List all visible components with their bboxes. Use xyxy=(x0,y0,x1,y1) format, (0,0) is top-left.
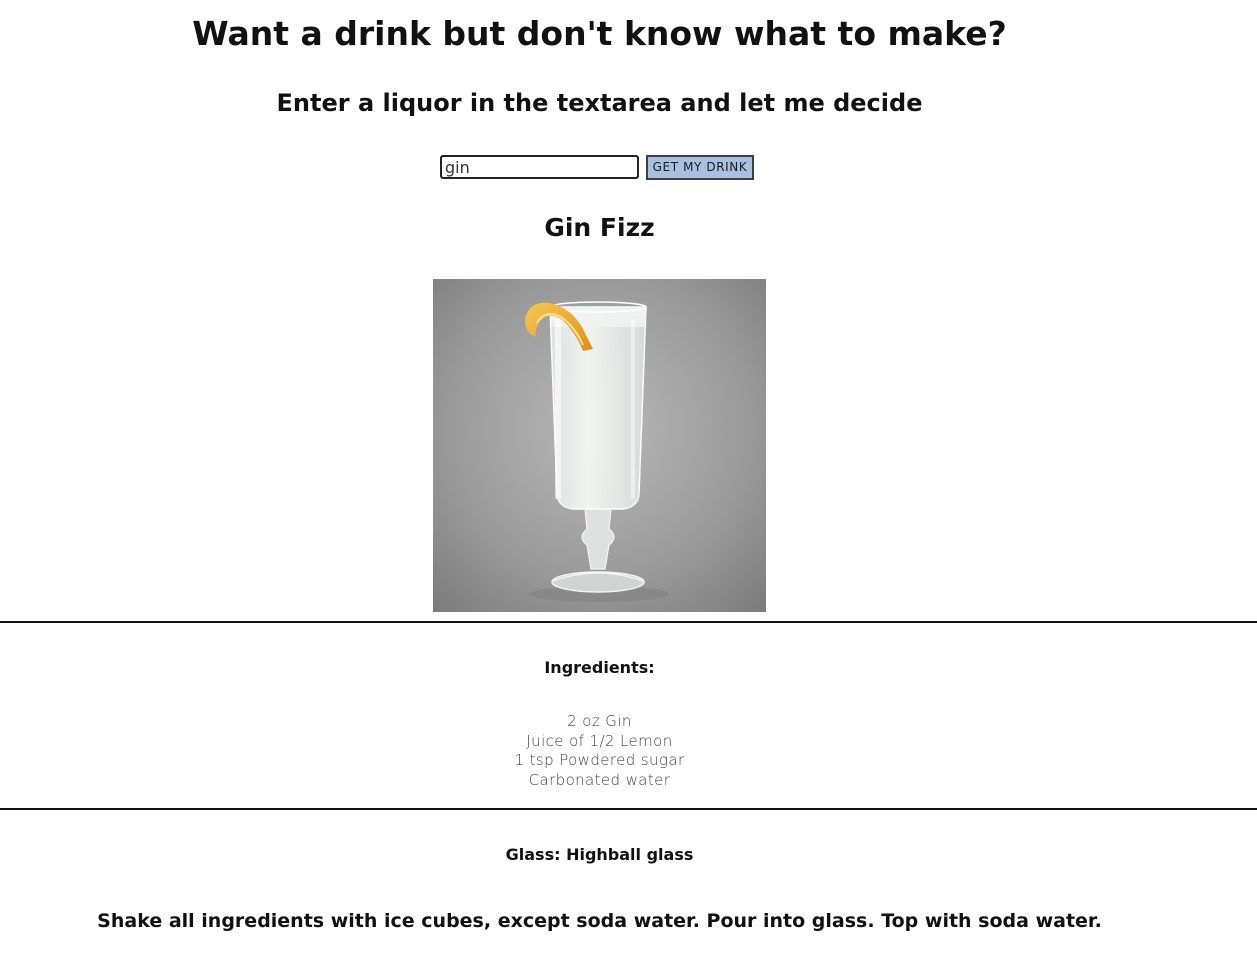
drink-photo xyxy=(433,279,766,612)
divider-bottom xyxy=(0,808,1257,810)
ingredients-heading: Ingredients: xyxy=(544,658,655,677)
glass-type: Glass: Highball glass xyxy=(505,845,694,864)
liquor-input[interactable] xyxy=(440,155,639,179)
ingredient-item: 1 tsp Powdered sugar xyxy=(514,751,685,770)
get-my-drink-button[interactable]: GET MY DRINK xyxy=(646,154,754,180)
ingredient-item: Juice of 1/2 Lemon xyxy=(526,731,673,750)
divider-top xyxy=(0,621,1257,623)
instructions: Shake all ingredients with ice cubes, ex… xyxy=(97,910,1102,932)
drink-name: Gin Fizz xyxy=(544,213,655,242)
page-title: Want a drink but don't know what to make… xyxy=(192,14,1007,53)
ingredients-list: 2 oz Gin Juice of 1/2 Lemon 1 tsp Powder… xyxy=(0,712,1199,791)
ingredient-item: 2 oz Gin xyxy=(567,712,632,730)
page-subtitle: Enter a liquor in the textarea and let m… xyxy=(276,89,923,117)
page: Want a drink but don't know what to make… xyxy=(0,0,1257,954)
ingredient-item: Carbonated water xyxy=(528,771,671,790)
search-form: GET MY DRINK xyxy=(440,154,754,180)
